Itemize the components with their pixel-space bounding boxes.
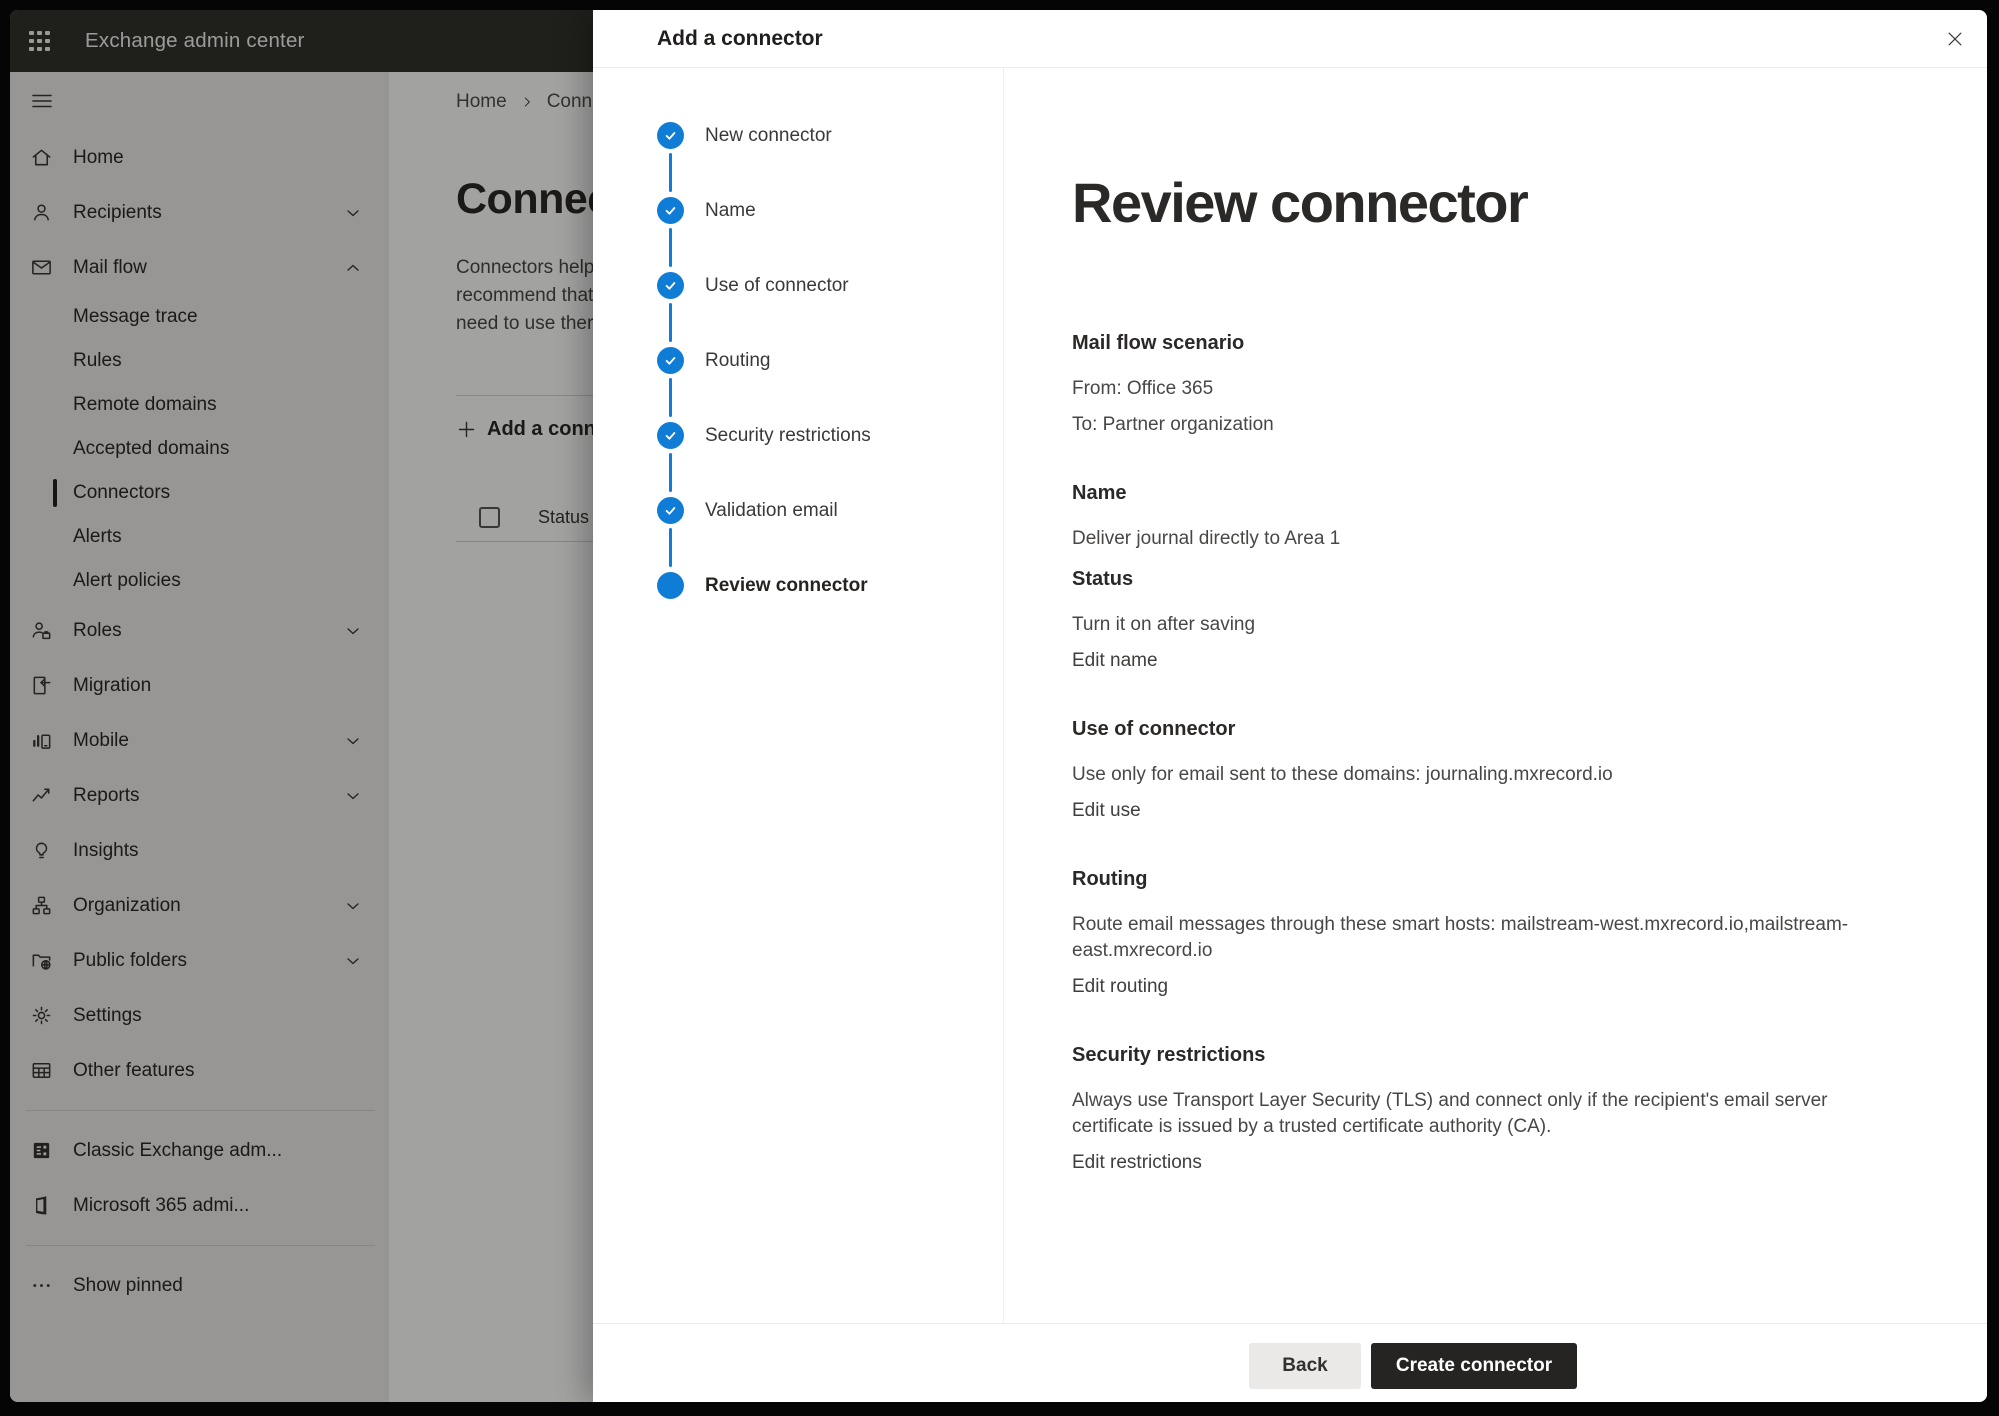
- back-button[interactable]: Back: [1249, 1343, 1361, 1389]
- step-routing[interactable]: Routing: [657, 347, 1003, 422]
- create-connector-button[interactable]: Create connector: [1371, 1343, 1577, 1389]
- step-complete-icon: [657, 497, 684, 524]
- wizard-steps: New connector Name Use of connector Rout…: [593, 68, 1004, 1323]
- step-security-restrictions[interactable]: Security restrictions: [657, 422, 1003, 497]
- edit-use-link[interactable]: Edit use: [1072, 798, 1141, 824]
- section-security-restrictions: Security restrictions Always use Transpo…: [1072, 1042, 1872, 1176]
- section-text: To: Partner organization: [1072, 412, 1872, 438]
- section-text: Use only for email sent to these domains…: [1072, 762, 1872, 788]
- step-complete-icon: [657, 197, 684, 224]
- edit-restrictions-link[interactable]: Edit restrictions: [1072, 1150, 1202, 1176]
- section-text: Deliver journal directly to Area 1: [1072, 526, 1872, 552]
- section-mail-flow-scenario: Mail flow scenario From: Office 365 To: …: [1072, 330, 1872, 438]
- section-text: Route email messages through these smart…: [1072, 912, 1872, 964]
- step-current-icon: [657, 572, 684, 599]
- step-name[interactable]: Name: [657, 197, 1003, 272]
- section-use-of-connector: Use of connector Use only for email sent…: [1072, 716, 1872, 824]
- section-heading: Name: [1072, 480, 1872, 506]
- section-routing: Routing Route email messages through the…: [1072, 866, 1872, 1000]
- step-review-connector[interactable]: Review connector: [657, 572, 1003, 647]
- modal-title: Add a connector: [657, 27, 823, 51]
- step-validation-email[interactable]: Validation email: [657, 497, 1003, 572]
- edit-routing-link[interactable]: Edit routing: [1072, 974, 1168, 1000]
- section-heading: Use of connector: [1072, 716, 1872, 742]
- close-icon[interactable]: [1939, 23, 1971, 55]
- section-heading: Mail flow scenario: [1072, 330, 1872, 356]
- section-status: Status Turn it on after saving Edit name: [1072, 566, 1872, 674]
- section-heading: Security restrictions: [1072, 1042, 1872, 1068]
- add-connector-modal: Add a connector New connector Name: [593, 10, 1987, 1402]
- section-text: From: Office 365: [1072, 376, 1872, 402]
- modal-body: New connector Name Use of connector Rout…: [593, 68, 1987, 1323]
- section-text: Turn it on after saving: [1072, 612, 1872, 638]
- section-heading: Routing: [1072, 866, 1872, 892]
- app-window: Exchange admin center Home Recipients Ma…: [10, 10, 1987, 1402]
- step-complete-icon: [657, 272, 684, 299]
- section-name: Name Deliver journal directly to Area 1: [1072, 480, 1872, 552]
- step-new-connector[interactable]: New connector: [657, 122, 1003, 197]
- review-heading: Review connector: [1072, 172, 1947, 234]
- step-complete-icon: [657, 122, 684, 149]
- step-use-of-connector[interactable]: Use of connector: [657, 272, 1003, 347]
- step-complete-icon: [657, 347, 684, 374]
- section-heading: Status: [1072, 566, 1872, 592]
- step-complete-icon: [657, 422, 684, 449]
- review-panel: Review connector Mail flow scenario From…: [1004, 68, 1987, 1323]
- section-text: Always use Transport Layer Security (TLS…: [1072, 1088, 1872, 1140]
- edit-name-link[interactable]: Edit name: [1072, 648, 1158, 674]
- modal-footer: Back Create connector: [593, 1323, 1987, 1402]
- modal-header: Add a connector: [593, 10, 1987, 68]
